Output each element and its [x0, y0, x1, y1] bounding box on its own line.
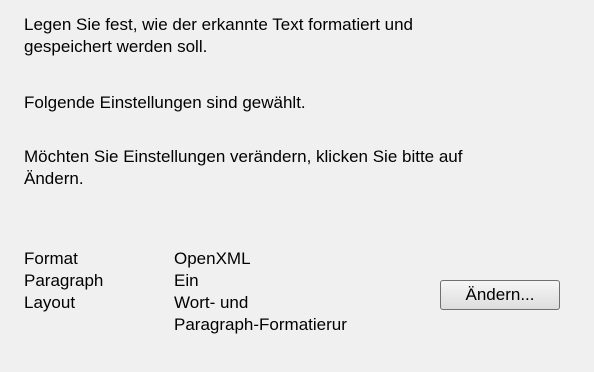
setting-row-paragraph: Paragraph Ein [24, 270, 434, 292]
change-settings-button[interactable]: Ändern... [440, 280, 560, 310]
setting-label: Paragraph [24, 271, 104, 290]
settings-list: Format OpenXML Paragraph Ein Layout Wort… [24, 248, 434, 336]
setting-label: Layout [24, 293, 76, 312]
setting-value: Wort- und Paragraph-Formatierur [174, 293, 347, 334]
change-hint-text: Möchten Sie Einstellungen verändern, kli… [24, 147, 463, 188]
setting-value: OpenXML [174, 249, 251, 268]
setting-value: Ein [174, 271, 199, 290]
setting-row-layout: Layout Wort- und Paragraph-Formatierur [24, 292, 434, 336]
description-text: Legen Sie fest, wie der erkannte Text fo… [24, 15, 414, 56]
setting-row-format: Format OpenXML [24, 248, 434, 270]
settings-summary-panel: Legen Sie fest, wie der erkannte Text fo… [0, 0, 594, 372]
selected-settings-note: Folgende Einstellungen sind gewählt. [24, 93, 306, 112]
setting-label: Format [24, 249, 78, 268]
